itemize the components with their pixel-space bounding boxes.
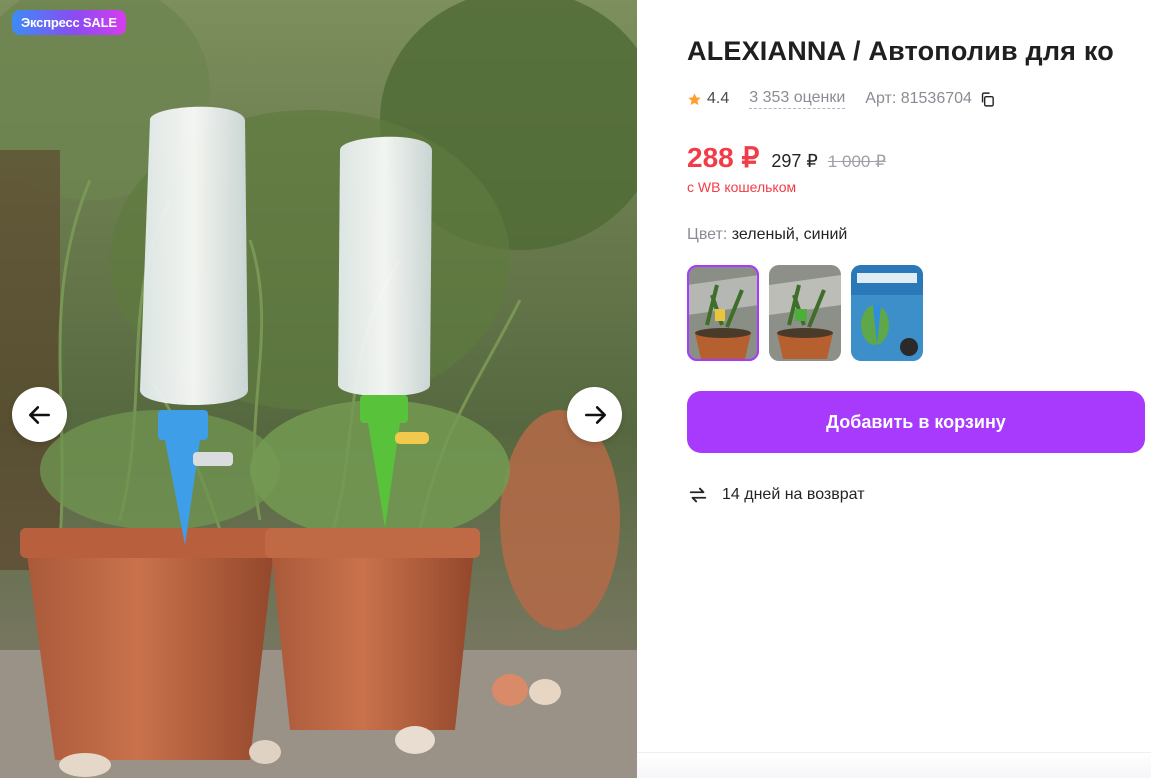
- reviews-link[interactable]: 3 353 оценки: [749, 89, 846, 109]
- add-to-cart-button[interactable]: Добавить в корзину: [687, 391, 1145, 453]
- product-gallery[interactable]: Экспресс SALE: [0, 0, 637, 778]
- next-photo-button[interactable]: [567, 387, 622, 442]
- copy-icon[interactable]: [979, 91, 996, 108]
- star-icon: [688, 92, 701, 105]
- variant-thumbnail-1[interactable]: [687, 265, 759, 361]
- previous-photo-button[interactable]: [12, 387, 67, 442]
- returns-info: 14 дней на возврат: [687, 484, 865, 506]
- variant-thumbnail-2[interactable]: [769, 265, 841, 361]
- color-value: зеленый, синий: [731, 226, 848, 243]
- returns-text: 14 дней на возврат: [722, 486, 865, 503]
- product-photo: [0, 0, 637, 778]
- article-label: Арт: 81536704: [865, 90, 972, 107]
- color-row: Цвет: зеленый, синий: [687, 226, 847, 244]
- arrow-left-icon: [28, 405, 50, 424]
- variant-thumbnail-3[interactable]: [851, 265, 923, 361]
- variant-1-image: [687, 265, 759, 361]
- bottom-panel-edge: [637, 752, 1151, 778]
- color-label: Цвет:: [687, 226, 728, 243]
- color-variants: [687, 265, 923, 361]
- product-title: ALEXIANNA / Автополив для ко: [687, 36, 1114, 66]
- product-info: ALEXIANNA / Автополив для ко 4.4 3 353 о…: [687, 0, 1151, 778]
- regular-price: 297 ₽: [771, 151, 818, 171]
- variant-3-image: [851, 265, 923, 361]
- express-sale-badge: Экспресс SALE: [12, 10, 126, 35]
- old-price: 1 000 ₽: [827, 152, 886, 171]
- product-meta: 4.4 3 353 оценки Арт: 81536704: [687, 89, 996, 109]
- arrow-right-icon: [584, 405, 606, 424]
- refresh-icon: [689, 487, 707, 503]
- price-block: 288 ₽ 297 ₽ 1 000 ₽: [687, 141, 886, 174]
- variant-2-image: [769, 265, 841, 361]
- rating-value: 4.4: [707, 90, 730, 107]
- article-number[interactable]: Арт: 81536704: [865, 90, 996, 108]
- wallet-price: 288 ₽: [687, 142, 760, 173]
- wallet-note: с WB кошельком: [687, 179, 797, 195]
